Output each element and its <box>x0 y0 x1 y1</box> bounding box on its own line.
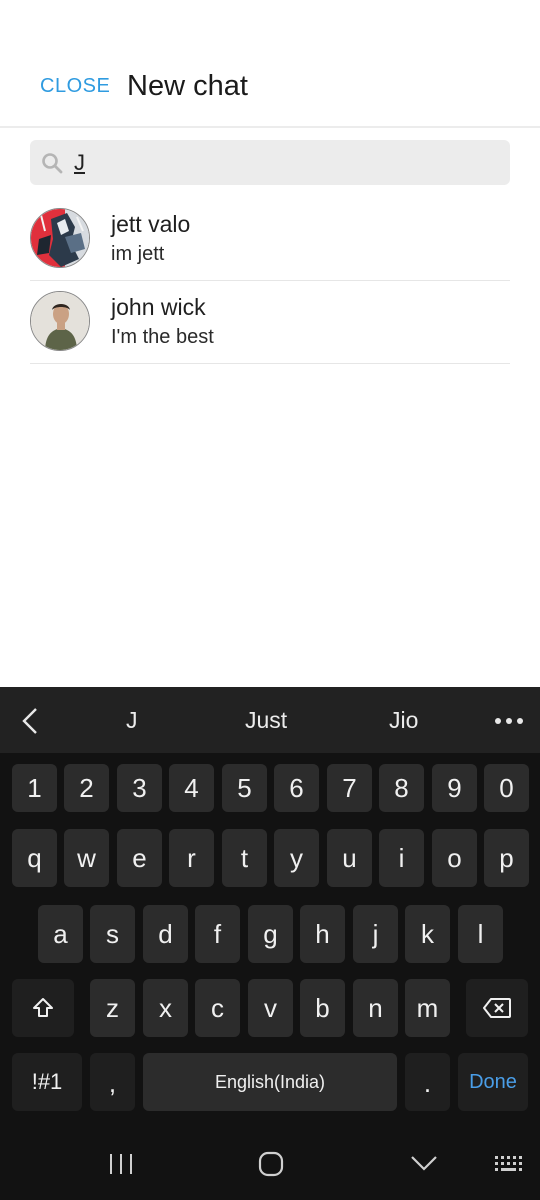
search-bar[interactable] <box>30 140 510 185</box>
search-icon <box>42 153 63 174</box>
key-g[interactable]: g <box>248 905 293 963</box>
suggestion-2[interactable]: Just <box>245 707 287 734</box>
chevron-down-icon[interactable] <box>410 1154 438 1172</box>
symbols-key[interactable]: !#1 <box>12 1053 82 1111</box>
key-0[interactable]: 0 <box>484 764 529 812</box>
close-button[interactable]: CLOSE <box>40 75 110 98</box>
avatar <box>30 291 90 351</box>
space-key[interactable]: English(India) <box>143 1053 397 1111</box>
key-h[interactable]: h <box>300 905 345 963</box>
search-input[interactable] <box>74 140 494 185</box>
key-n[interactable]: n <box>353 979 398 1037</box>
key-c[interactable]: c <box>195 979 240 1037</box>
suggestion-bar: J Just Jio <box>0 687 540 753</box>
avatar <box>30 208 90 268</box>
contact-status: I'm the best <box>111 326 214 348</box>
shift-icon <box>33 998 53 1017</box>
suggestion-1[interactable]: J <box>126 707 138 734</box>
key-z[interactable]: z <box>90 979 135 1037</box>
comma-key[interactable]: , <box>90 1053 135 1111</box>
contact-name: jett valo <box>111 211 191 237</box>
recent-apps-icon[interactable] <box>108 1152 134 1176</box>
backspace-icon <box>483 998 511 1018</box>
app-header: CLOSE New chat <box>0 0 540 128</box>
key-1[interactable]: 1 <box>12 764 57 812</box>
key-j[interactable]: j <box>353 905 398 963</box>
key-a[interactable]: a <box>38 905 83 963</box>
chevron-left-icon[interactable] <box>18 707 42 735</box>
key-8[interactable]: 8 <box>379 764 424 812</box>
key-q[interactable]: q <box>12 829 57 887</box>
key-9[interactable]: 9 <box>432 764 477 812</box>
key-x[interactable]: x <box>143 979 188 1037</box>
contact-status: im jett <box>111 243 165 265</box>
key-w[interactable]: w <box>64 829 109 887</box>
done-key[interactable]: Done <box>458 1053 528 1111</box>
key-r[interactable]: r <box>169 829 214 887</box>
key-d[interactable]: d <box>143 905 188 963</box>
suggestion-3[interactable]: Jio <box>389 707 418 734</box>
shift-key[interactable] <box>12 979 74 1037</box>
home-icon[interactable] <box>258 1151 284 1177</box>
page-title: New chat <box>127 70 248 102</box>
key-t[interactable]: t <box>222 829 267 887</box>
key-f[interactable]: f <box>195 905 240 963</box>
key-2[interactable]: 2 <box>64 764 109 812</box>
soft-keyboard: J Just Jio 1 2 3 4 5 6 7 8 9 0 q w e r t… <box>0 687 540 1200</box>
period-key[interactable]: . <box>405 1053 450 1111</box>
key-p[interactable]: p <box>484 829 529 887</box>
contact-row-jett-valo[interactable]: jett valo im jett <box>30 198 510 281</box>
key-7[interactable]: 7 <box>327 764 372 812</box>
navigation-bar <box>0 1130 540 1200</box>
key-o[interactable]: o <box>432 829 477 887</box>
key-k[interactable]: k <box>405 905 450 963</box>
key-b[interactable]: b <box>300 979 345 1037</box>
more-options-icon[interactable] <box>494 717 524 725</box>
contact-row-john-wick[interactable]: john wick I'm the best <box>30 281 510 364</box>
key-e[interactable]: e <box>117 829 162 887</box>
key-4[interactable]: 4 <box>169 764 214 812</box>
key-m[interactable]: m <box>405 979 450 1037</box>
key-i[interactable]: i <box>379 829 424 887</box>
key-3[interactable]: 3 <box>117 764 162 812</box>
key-l[interactable]: l <box>458 905 503 963</box>
key-y[interactable]: y <box>274 829 319 887</box>
contact-name: john wick <box>111 294 206 320</box>
key-u[interactable]: u <box>327 829 372 887</box>
key-s[interactable]: s <box>90 905 135 963</box>
keyboard-icon[interactable] <box>494 1155 524 1175</box>
backspace-key[interactable] <box>466 979 528 1037</box>
key-6[interactable]: 6 <box>274 764 319 812</box>
key-v[interactable]: v <box>248 979 293 1037</box>
key-5[interactable]: 5 <box>222 764 267 812</box>
